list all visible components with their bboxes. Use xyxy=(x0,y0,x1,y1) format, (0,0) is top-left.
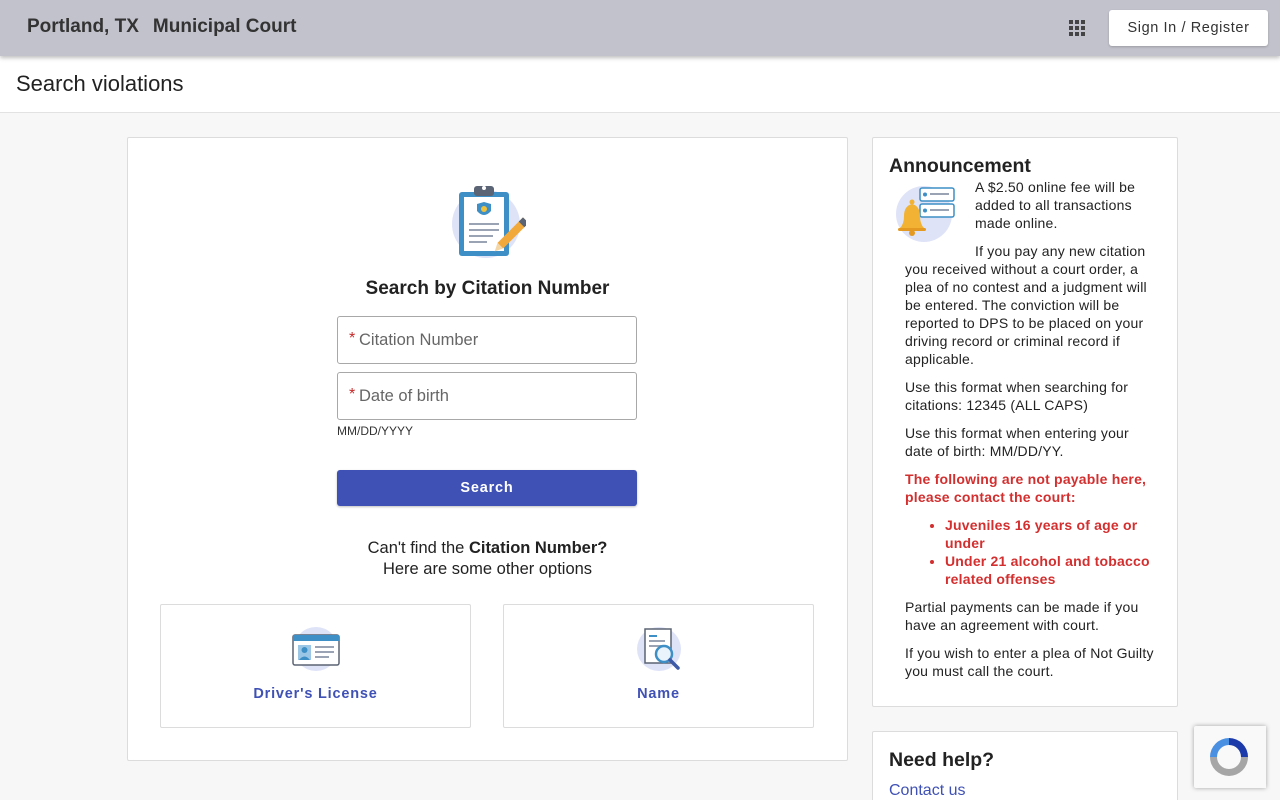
help-card: Need help? Contact us xyxy=(872,731,1178,800)
top-app-bar: Portland, TX Municipal Court Sign In / Re… xyxy=(0,0,1280,56)
page-title: Search violations xyxy=(16,71,184,96)
announcement-plea-text: If you pay any new citation you received… xyxy=(905,243,1147,367)
announcement-card: Announcement A $2.50 online fee will be … xyxy=(872,137,1178,707)
recaptcha-icon xyxy=(1210,738,1248,776)
id-card-icon xyxy=(292,627,340,671)
list-item: Juveniles 16 years of age or under xyxy=(945,516,1161,552)
name-option[interactable]: Name xyxy=(503,604,814,728)
announcement-not-guilty: If you wish to enter a plea of Not Guilt… xyxy=(905,645,1154,679)
cant-find-prefix: Can't find the xyxy=(367,539,469,557)
page-title-bar: Search violations xyxy=(0,56,1280,113)
cant-find-bold: Citation Number? xyxy=(468,539,608,557)
announcement-citation-format: Use this format when searching for citat… xyxy=(905,379,1129,413)
not-payable-list: Juveniles 16 years of age or under Under… xyxy=(945,516,1161,588)
citation-search-card: Search by Citation Number * * MM/DD/YYYY… xyxy=(127,137,848,761)
drivers-license-label: Driver's License xyxy=(253,686,378,702)
brand-city: Portland, TX xyxy=(27,16,139,37)
document-search-icon xyxy=(637,627,681,671)
other-options-text: Can't find the Citation Number? Here are… xyxy=(128,538,847,580)
contact-us-link[interactable]: Contact us xyxy=(889,782,965,800)
required-asterisk: * xyxy=(349,386,356,403)
citation-number-field: * xyxy=(337,316,637,364)
announcement-body: A $2.50 online fee will be added to all … xyxy=(905,178,1161,690)
name-label: Name xyxy=(637,686,680,702)
announcement-partial-payments: Partial payments can be made if you have… xyxy=(905,599,1139,633)
required-asterisk: * xyxy=(349,330,356,347)
list-item: Under 21 alcohol and tobacco related off… xyxy=(945,552,1161,588)
brand-court: Municipal Court xyxy=(152,16,297,37)
help-title: Need help? xyxy=(889,749,995,771)
not-payable-warning: The following are not payable here, plea… xyxy=(905,471,1147,505)
date-of-birth-field: * xyxy=(337,372,637,420)
apps-grid-icon[interactable] xyxy=(1065,16,1089,40)
announcement-dob-format: Use this format when entering your date … xyxy=(905,425,1129,459)
drivers-license-option[interactable]: Driver's License xyxy=(160,604,471,728)
dob-format-hint: MM/DD/YYYY xyxy=(337,424,414,438)
sign-in-register-button[interactable]: Sign In / Register xyxy=(1109,10,1268,46)
court-brand[interactable]: Portland, TX Municipal Court xyxy=(27,16,310,38)
date-of-birth-input[interactable] xyxy=(359,374,629,418)
announcement-fee-text: A $2.50 online fee will be added to all … xyxy=(975,179,1136,231)
announcement-title: Announcement xyxy=(889,155,1031,177)
search-heading: Search by Citation Number xyxy=(365,278,610,299)
recaptcha-badge[interactable] xyxy=(1194,726,1266,788)
citation-number-input[interactable] xyxy=(359,318,629,362)
other-options-label: Here are some other options xyxy=(382,560,593,578)
clipboard-badge-icon xyxy=(452,186,526,258)
search-button[interactable]: Search xyxy=(337,470,637,506)
